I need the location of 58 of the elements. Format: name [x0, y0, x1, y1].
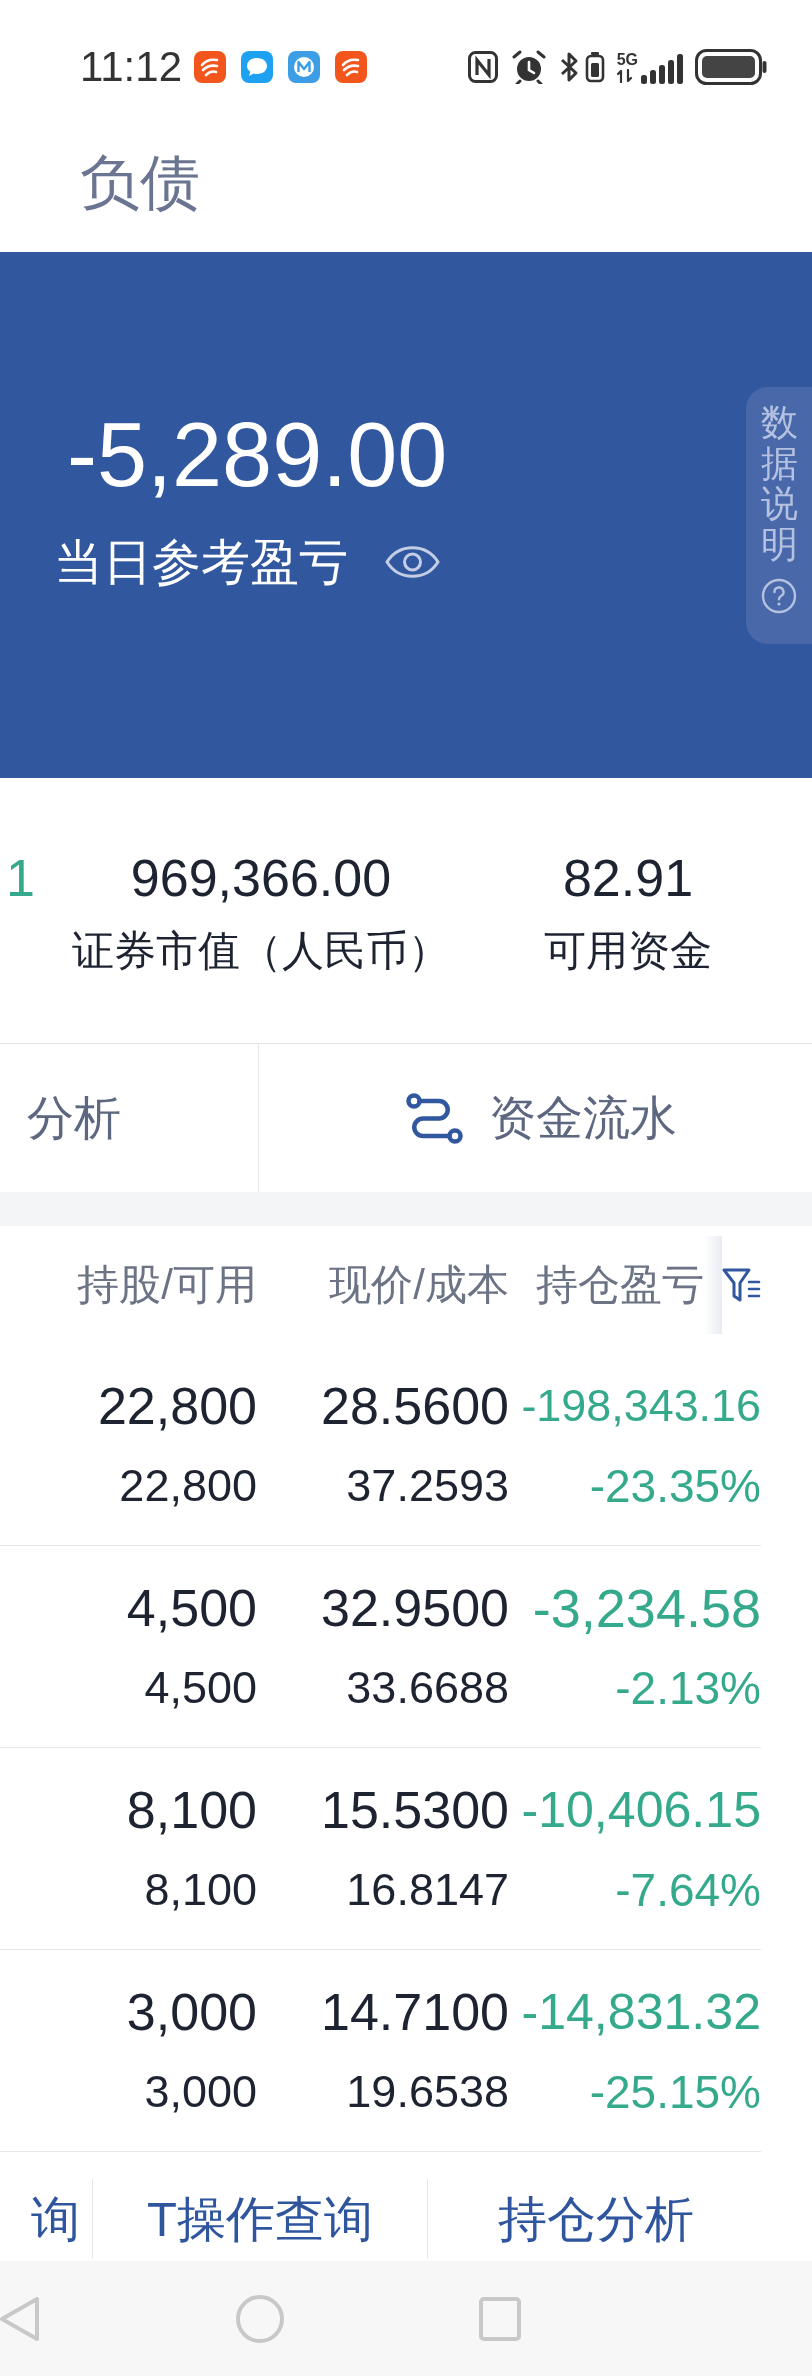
stat-value: 969,366.00: [130, 848, 392, 908]
table-cell-text: 22,800: [97, 1376, 257, 1437]
stat-label: 可用资金: [544, 926, 712, 976]
table-cell-text: 3,000: [144, 2065, 257, 2119]
stat-value: 1: [6, 848, 35, 908]
header-tab[interactable]: 负债: [80, 153, 200, 213]
table-cell-text: 22,800: [119, 1459, 257, 1513]
table-cell-text: 3,000: [126, 1982, 257, 2043]
bottom-tab[interactable]: T操作查询: [92, 2179, 427, 2258]
table-cell-text: 4,500: [144, 1661, 257, 1715]
small-battery-icon: [584, 51, 605, 83]
action-button[interactable]: 资金流水: [259, 1044, 812, 1192]
table-cell-text: 19.6538: [346, 2065, 509, 2119]
summary-value: -5,289.00: [67, 405, 448, 505]
table-cell-text: 8,100: [144, 1863, 257, 1917]
chat-bubble-app-icon: [241, 51, 273, 83]
stat-value: 82.91: [562, 848, 694, 908]
home-icon[interactable]: [236, 2294, 284, 2343]
table-cell-text: 8,100: [126, 1780, 257, 1841]
table-cell-text: 37.2593: [346, 1459, 509, 1513]
letter-m-app-icon: [288, 51, 320, 83]
data-explanation-tab[interactable]: 数据说明: [746, 387, 812, 644]
table-cell-text: -23.35%: [589, 1459, 761, 1514]
table-cell-text: 33.6688: [346, 1661, 509, 1715]
table-cell-text: -10,406.15: [521, 1781, 761, 1840]
bottom-tab[interactable]: 询: [0, 2179, 92, 2258]
column-header: 持股/可用: [77, 1260, 257, 1310]
route-icon: [406, 1092, 463, 1144]
stripes-app-icon: [194, 51, 226, 83]
table-cell-text: -2.13%: [615, 1661, 761, 1716]
table-cell-text: -3,234.58: [532, 1577, 761, 1640]
filter-icon[interactable]: [722, 1267, 761, 1303]
summary-label: 当日参考盈亏: [54, 534, 348, 590]
signal-icon: [640, 53, 684, 85]
back-icon[interactable]: [0, 2295, 40, 2342]
table-cell-text: 16.8147: [346, 1863, 509, 1917]
table-cell-text: -198,343.16: [521, 1379, 761, 1433]
alarm-clock-icon: [510, 50, 547, 84]
stat-label: 证券市值（人民币）: [72, 926, 450, 976]
network-type: 5G: [616, 51, 638, 69]
table-cell-text: 4,500: [126, 1578, 257, 1639]
recents-icon[interactable]: [479, 2296, 521, 2341]
battery-icon: [695, 49, 767, 85]
table-cell-text: -7.64%: [615, 1863, 761, 1918]
question-icon: [761, 577, 797, 614]
column-header: 现价/成本: [329, 1260, 509, 1310]
data-arrows-icon: [616, 69, 633, 83]
nfc-icon: [467, 51, 498, 83]
table-cell-text: -25.15%: [589, 2065, 761, 2120]
column-header: 持仓盈亏: [536, 1260, 704, 1310]
bottom-tab[interactable]: 持仓分析: [427, 2179, 763, 2258]
table-cell-text: 32.9500: [321, 1578, 509, 1639]
table-cell-text: -14,831.32: [521, 1983, 761, 2042]
stripes-app-icon: [335, 51, 367, 83]
table-cell-text: 15.5300: [321, 1780, 509, 1841]
status-time: 11:12: [80, 43, 182, 91]
table-cell-text: 28.5600: [321, 1376, 509, 1437]
table-cell-text: 14.7100: [321, 1982, 509, 2043]
